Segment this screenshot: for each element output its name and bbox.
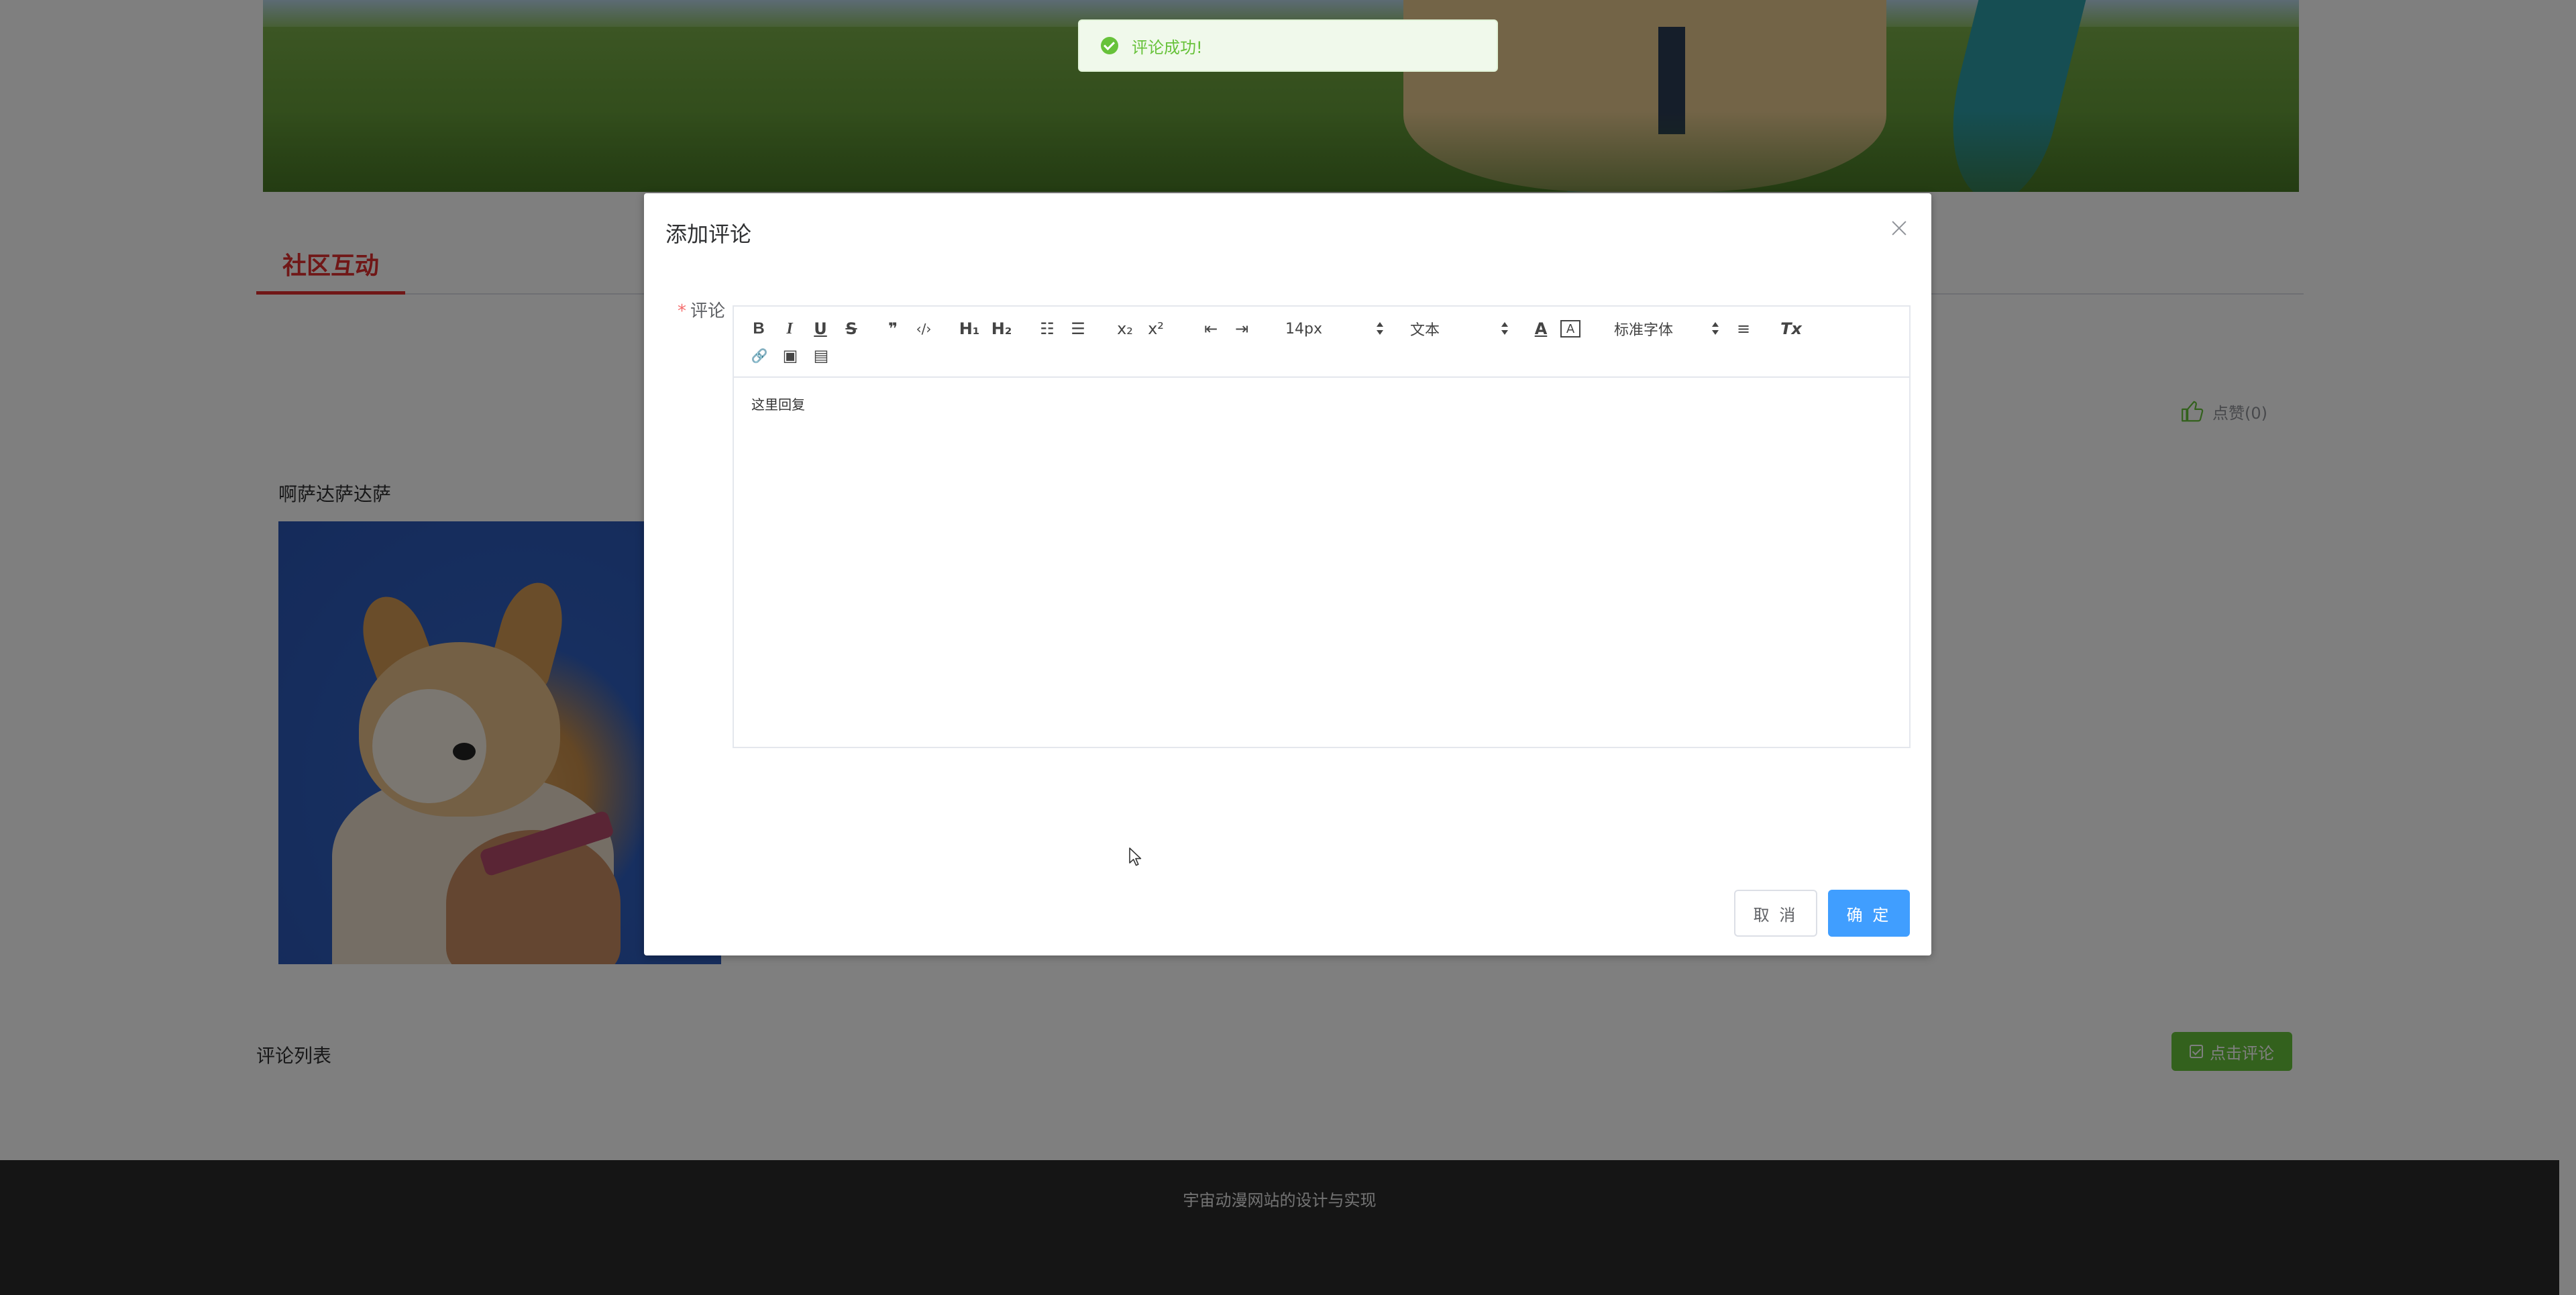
font-family-value: 标准字体 — [1614, 322, 1674, 339]
align-button[interactable]: ≡ — [1733, 317, 1754, 341]
heading2-button[interactable]: H₂ — [990, 317, 1013, 341]
close-icon[interactable] — [1891, 220, 1907, 236]
font-size-value: 14px — [1285, 320, 1322, 338]
bullet-list-button[interactable]: ☰ — [1068, 317, 1088, 341]
underline-button[interactable]: U — [812, 317, 829, 341]
blockquote-button[interactable]: ❞ — [883, 317, 903, 341]
image-button[interactable]: ▣ — [781, 344, 800, 368]
editor-content[interactable]: 这里回复 — [751, 394, 805, 413]
link-button[interactable]: 🔗 — [750, 344, 769, 368]
heading1-button[interactable]: H₁ — [958, 317, 981, 341]
comment-field-label: * 评论 — [678, 297, 725, 322]
header-select[interactable]: 文本 — [1410, 317, 1511, 341]
superscript-button[interactable]: x² — [1146, 317, 1166, 341]
select-arrows-icon — [1501, 322, 1508, 335]
video-button[interactable]: ▤ — [812, 344, 830, 368]
mouse-cursor-icon — [1129, 847, 1142, 866]
editor-toolbar: B I U S ❞ ‹/› H₁ H₂ ☷ ☰ x₂ x² ⇤ ⇥ 14px 文… — [734, 307, 1909, 378]
rich-text-editor: B I U S ❞ ‹/› H₁ H₂ ☷ ☰ x₂ x² ⇤ ⇥ 14px 文… — [733, 305, 1911, 748]
text-color-button[interactable]: A — [1531, 317, 1551, 341]
dialog-title: 添加评论 — [665, 221, 752, 247]
comment-field-label-text: 评论 — [690, 301, 726, 321]
toast-message: 评论成功! — [1132, 38, 1203, 57]
font-size-select[interactable]: 14px — [1285, 317, 1386, 341]
confirm-button[interactable]: 确 定 — [1828, 890, 1910, 937]
outdent-button[interactable]: ⇤ — [1201, 317, 1221, 341]
strike-button[interactable]: S — [843, 317, 860, 341]
italic-button[interactable]: I — [781, 317, 798, 341]
cancel-button[interactable]: 取 消 — [1734, 890, 1817, 937]
background-color-button[interactable]: A — [1560, 320, 1580, 338]
ordered-list-button[interactable]: ☷ — [1037, 317, 1057, 341]
required-mark: * — [678, 301, 686, 321]
success-check-icon — [1101, 37, 1118, 54]
clean-format-button[interactable]: Tx — [1779, 317, 1803, 341]
indent-button[interactable]: ⇥ — [1232, 317, 1252, 341]
header-value: 文本 — [1410, 322, 1440, 339]
select-arrows-icon — [1712, 322, 1719, 335]
font-family-select[interactable]: 标准字体 — [1614, 317, 1721, 341]
select-arrows-icon — [1377, 322, 1383, 335]
add-comment-dialog: 添加评论 * 评论 B I U S ❞ ‹/› H₁ H₂ ☷ ☰ x₂ x² ⇤… — [644, 193, 1931, 955]
bold-button[interactable]: B — [750, 317, 767, 341]
subscript-button[interactable]: x₂ — [1115, 317, 1135, 341]
success-toast: 评论成功! — [1078, 19, 1498, 72]
code-block-button[interactable]: ‹/› — [912, 317, 935, 341]
